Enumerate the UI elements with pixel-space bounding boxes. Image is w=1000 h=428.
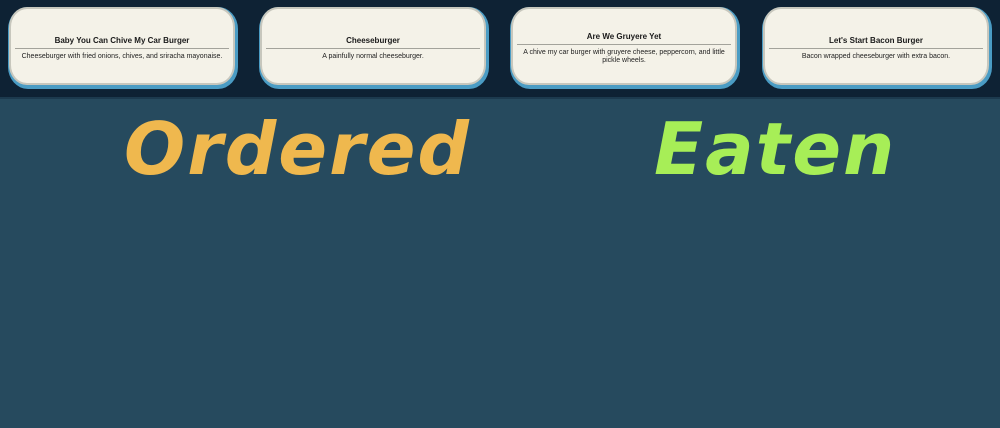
burger-card-lets-start-bacon[interactable]: Let's Start Bacon Burger Bacon wrapped c…	[763, 7, 989, 85]
card-description: A painfully normal cheeseburger.	[322, 53, 424, 60]
card-description: Cheeseburger with fried onions, chives, …	[21, 53, 223, 60]
card-header: Are We Gruyere Yet	[517, 9, 731, 45]
burger-card-are-we-gruyere-yet[interactable]: Are We Gruyere Yet A chive my car burger…	[511, 7, 737, 85]
card-header: Baby You Can Chive My Car Burger	[15, 9, 229, 49]
burger-card-cheeseburger[interactable]: Cheeseburger A painfully normal cheesebu…	[260, 7, 486, 85]
board: Baby You Can Chive My Car Burger Cheeseb…	[0, 0, 1000, 428]
burger-card-baby-you-can-chive-my-car[interactable]: Baby You Can Chive My Car Burger Cheeseb…	[9, 7, 235, 85]
card-header: Let's Start Bacon Burger	[769, 9, 983, 49]
card-description: Bacon wrapped cheeseburger with extra ba…	[801, 53, 951, 60]
card-title: Are We Gruyere Yet	[586, 32, 662, 41]
ordered-column-title: Ordered	[124, 107, 471, 191]
card-description: A chive my car burger with gruyere chees…	[523, 49, 725, 64]
ordered-drop-zone[interactable]	[10, 200, 490, 420]
card-title: Let's Start Bacon Burger	[829, 36, 923, 45]
card-header: Cheeseburger	[266, 9, 480, 49]
card-title: Baby You Can Chive My Car Burger	[54, 36, 190, 45]
menu-bar: Baby You Can Chive My Car Burger Cheeseb…	[0, 0, 1000, 99]
card-title: Cheeseburger	[346, 36, 400, 45]
eaten-drop-zone[interactable]	[510, 200, 990, 420]
eaten-column-title: Eaten	[654, 107, 897, 191]
